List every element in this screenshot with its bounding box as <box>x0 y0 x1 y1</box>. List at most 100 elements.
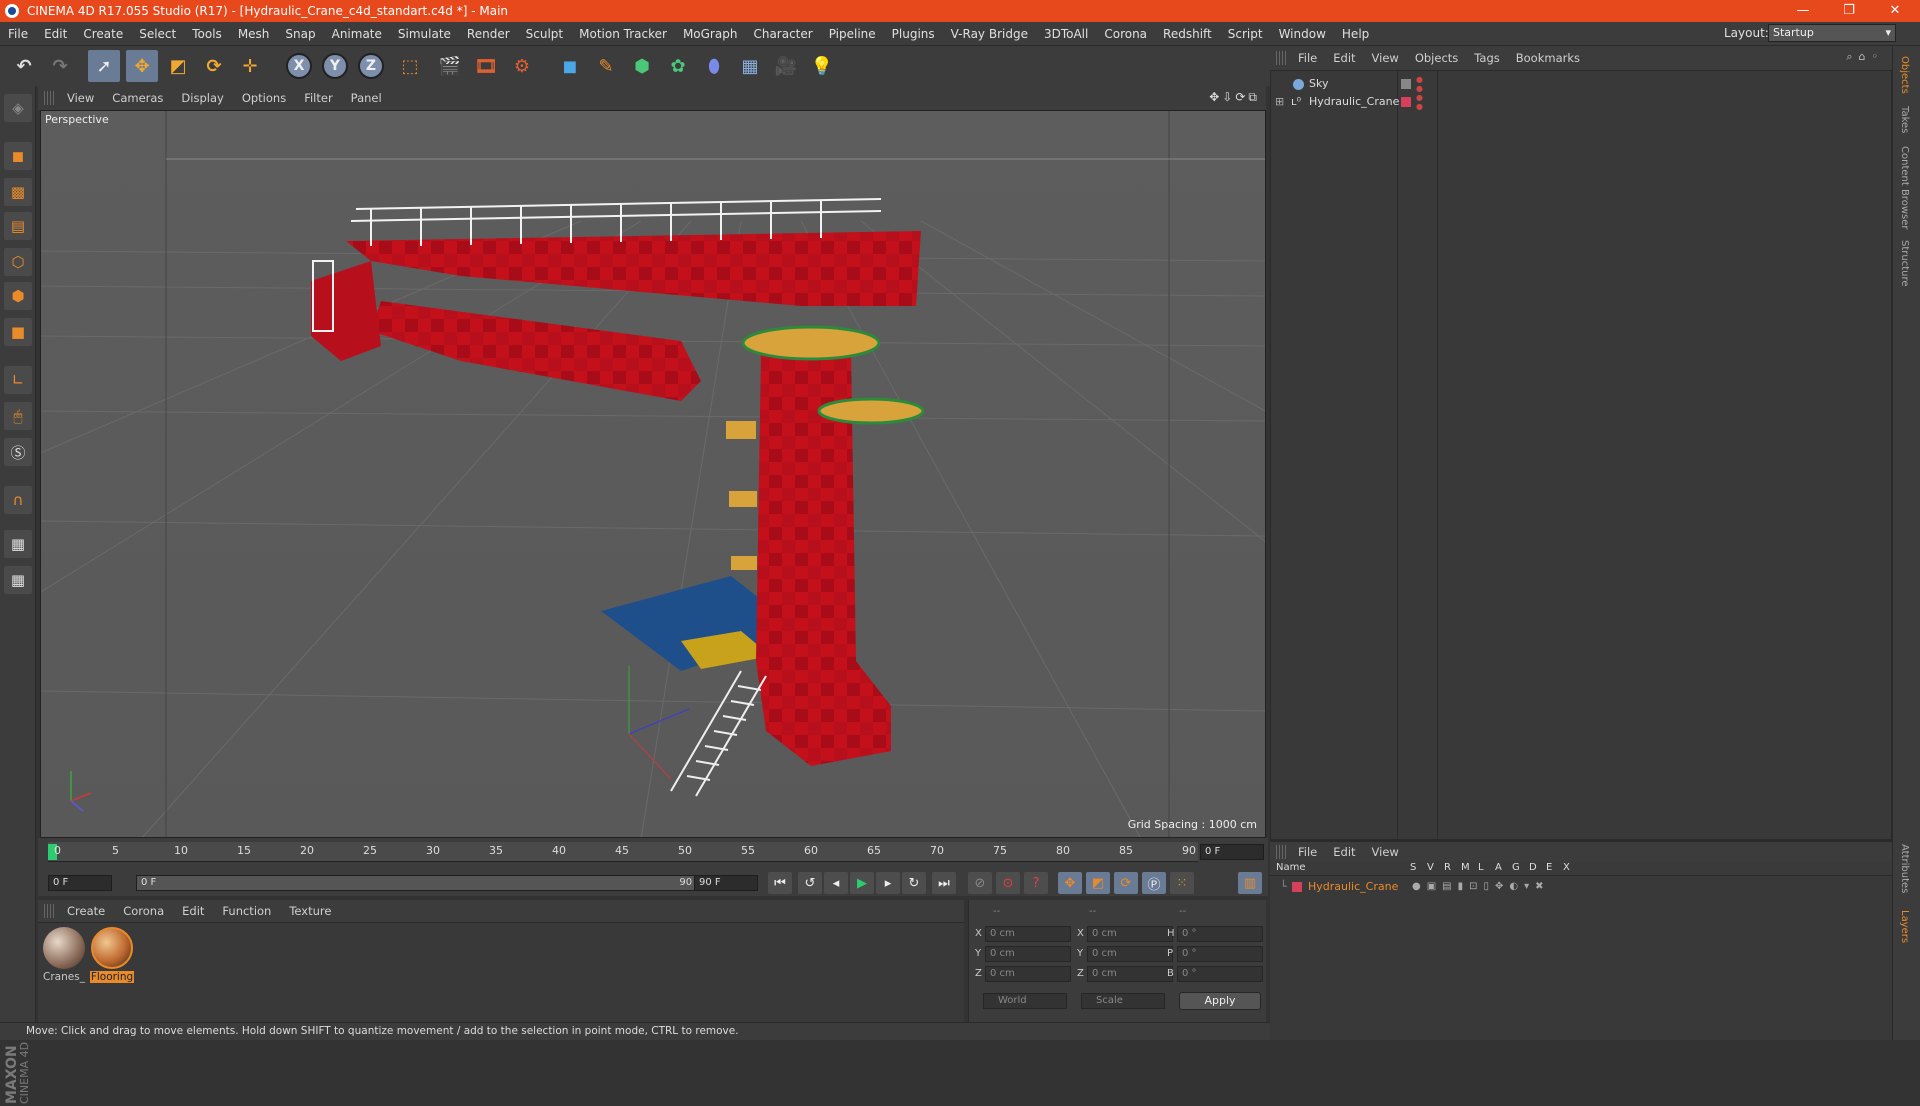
menu-simulate[interactable]: Simulate <box>390 27 459 41</box>
panel-grip-icon[interactable] <box>1276 51 1286 65</box>
go-to-start-icon[interactable]: ⏮ <box>768 872 792 894</box>
previous-key-icon[interactable]: ↺ <box>798 872 822 894</box>
layer-color-swatch[interactable] <box>1292 882 1302 892</box>
key-position-icon[interactable]: ✥ <box>1058 872 1082 894</box>
z-axis-lock-button[interactable]: Z <box>358 53 384 79</box>
menu-tools[interactable]: Tools <box>184 27 230 41</box>
viewport-menu-view[interactable]: View <box>58 91 103 105</box>
column-render[interactable]: R <box>1444 862 1451 873</box>
menu-animate[interactable]: Animate <box>324 27 390 41</box>
menu-edit[interactable]: Edit <box>36 27 75 41</box>
render-view-icon[interactable]: 🎬 <box>434 50 466 82</box>
menu-snap[interactable]: Snap <box>277 27 323 41</box>
move-tool-icon[interactable]: ✥ <box>126 50 158 82</box>
menu-plugins[interactable]: Plugins <box>884 27 943 41</box>
viewport-menu-filter[interactable]: Filter <box>295 91 341 105</box>
menu-create[interactable]: Create <box>75 27 131 41</box>
live-selection-icon[interactable]: ➚ <box>88 50 120 82</box>
render-picture-viewer-icon[interactable]: 🎞 <box>470 50 502 82</box>
menu-script[interactable]: Script <box>1220 27 1271 41</box>
column-locked[interactable]: L <box>1478 862 1484 873</box>
tab-layers[interactable]: Layers <box>1899 910 1910 943</box>
redo-icon[interactable]: ↷ <box>44 50 76 82</box>
tab-takes[interactable]: Takes <box>1899 106 1910 133</box>
preview-range-slider[interactable]: 0 F 90 F <box>136 875 716 891</box>
panel-grip-icon[interactable] <box>44 904 54 918</box>
expand-toggle-icon[interactable]: ⊞ <box>1275 93 1284 111</box>
menu-corona[interactable]: Corona <box>1096 27 1155 41</box>
key-rotation-icon[interactable]: ⟳ <box>1114 872 1138 894</box>
texture-mode-icon[interactable]: ▩ <box>4 178 32 206</box>
layer-row-hydraulic-crane[interactable]: └ Hydraulic_Crane ●▣▤▮⊡▯✥◐▾✖ <box>1270 878 1892 896</box>
menu-redshift[interactable]: Redshift <box>1155 27 1220 41</box>
play-icon[interactable]: ▶ <box>850 872 874 894</box>
render-settings-icon[interactable]: ⚙ <box>506 50 538 82</box>
key-pla-icon[interactable]: ⁙ <box>1170 872 1194 894</box>
object-menu-tags[interactable]: Tags <box>1466 51 1507 65</box>
timeline-window-icon[interactable]: ▥ <box>1238 872 1262 894</box>
column-expressions[interactable]: E <box>1546 862 1552 873</box>
key-scale-icon[interactable]: ◩ <box>1086 872 1110 894</box>
size-y-field[interactable]: 0 cm <box>1087 946 1173 962</box>
close-button[interactable]: ✕ <box>1872 0 1918 22</box>
column-view[interactable]: V <box>1427 862 1434 873</box>
viewport-menu-options[interactable]: Options <box>233 91 295 105</box>
next-key-icon[interactable]: ↻ <box>902 872 926 894</box>
subdivision-surface-icon[interactable]: ⬢ <box>626 50 658 82</box>
end-frame-field[interactable]: 90 F <box>694 875 758 891</box>
menu-character[interactable]: Character <box>745 27 820 41</box>
viewport-menu-panel[interactable]: Panel <box>342 91 391 105</box>
menu-pipeline[interactable]: Pipeline <box>821 27 884 41</box>
menu-motion-tracker[interactable]: Motion Tracker <box>571 27 675 41</box>
next-frame-icon[interactable]: ▸ <box>876 872 900 894</box>
panel-grip-icon[interactable] <box>1276 845 1286 859</box>
material-menu-texture[interactable]: Texture <box>280 904 340 918</box>
menu-vray-bridge[interactable]: V-Ray Bridge <box>943 27 1036 41</box>
3d-viewport[interactable]: Perspective Grid Spacing : 1000 cm <box>40 110 1266 838</box>
rotate-tool-icon[interactable]: ⟳ <box>198 50 230 82</box>
layout-select[interactable]: Startup <box>1768 24 1896 42</box>
size-mode-select[interactable]: Scale <box>1081 993 1165 1009</box>
position-x-field[interactable]: 0 cm <box>985 926 1071 942</box>
workplane-mode-icon[interactable]: ▤ <box>4 212 32 240</box>
model-mode-icon[interactable]: ◼ <box>4 142 32 170</box>
go-to-end-icon[interactable]: ⏭ <box>932 872 956 894</box>
scale-tool-icon[interactable]: ◩ <box>162 50 194 82</box>
y-axis-lock-button[interactable]: Y <box>322 53 348 79</box>
rotation-b-field[interactable]: 0 ° <box>1177 966 1263 982</box>
tab-objects[interactable]: Objects <box>1899 56 1910 94</box>
tab-content-browser[interactable]: Content Browser <box>1899 146 1910 229</box>
menu-file[interactable]: File <box>0 27 36 41</box>
object-menu-objects[interactable]: Objects <box>1407 51 1466 65</box>
material-menu-corona[interactable]: Corona <box>114 904 173 918</box>
menu-help[interactable]: Help <box>1334 27 1377 41</box>
cloner-icon[interactable]: ✿ <box>662 50 694 82</box>
material-flooring[interactable]: Flooring <box>90 927 134 983</box>
object-manager-tools-icon[interactable]: ⌕⌂◦ <box>1846 50 1884 64</box>
coordinate-system-icon[interactable]: ⬚ <box>394 50 426 82</box>
size-x-field[interactable]: 0 cm <box>1087 926 1173 942</box>
menu-sculpt[interactable]: Sculpt <box>518 27 571 41</box>
layer-toggle-icons[interactable]: ●▣▤▮⊡▯✥◐▾✖ <box>1412 878 1550 896</box>
column-xrefs[interactable]: X <box>1563 862 1570 873</box>
object-row-hydraulic-crane[interactable]: ⊞ ʟ⁰ Hydraulic_Crane ● ● <box>1271 93 1893 111</box>
panel-grip-icon[interactable] <box>44 91 54 105</box>
viewport-navigation-icons[interactable]: ✥⇩⟳⧉ <box>1209 90 1260 105</box>
visibility-dots-icon[interactable]: ● ● <box>1416 75 1423 93</box>
rotation-h-field[interactable]: 0 ° <box>1177 926 1263 942</box>
size-z-field[interactable]: 0 cm <box>1087 966 1173 982</box>
undo-icon[interactable]: ↶ <box>8 50 40 82</box>
previous-frame-icon[interactable]: ◂ <box>824 872 848 894</box>
material-menu-create[interactable]: Create <box>58 904 114 918</box>
snapping-icon[interactable]: ∩ <box>4 486 32 514</box>
start-frame-field[interactable]: 0 F <box>48 875 112 891</box>
pen-spline-icon[interactable]: ✎ <box>590 50 622 82</box>
x-axis-lock-button[interactable]: X <box>286 53 312 79</box>
menu-mesh[interactable]: Mesh <box>230 27 278 41</box>
transform-tool-icon[interactable]: ✛ <box>234 50 266 82</box>
make-editable-icon[interactable]: ◈ <box>4 94 32 122</box>
layer-menu-edit[interactable]: Edit <box>1325 845 1363 859</box>
menu-render[interactable]: Render <box>459 27 518 41</box>
object-menu-edit[interactable]: Edit <box>1325 51 1363 65</box>
locked-workplane-icon[interactable]: ▦ <box>4 530 32 558</box>
